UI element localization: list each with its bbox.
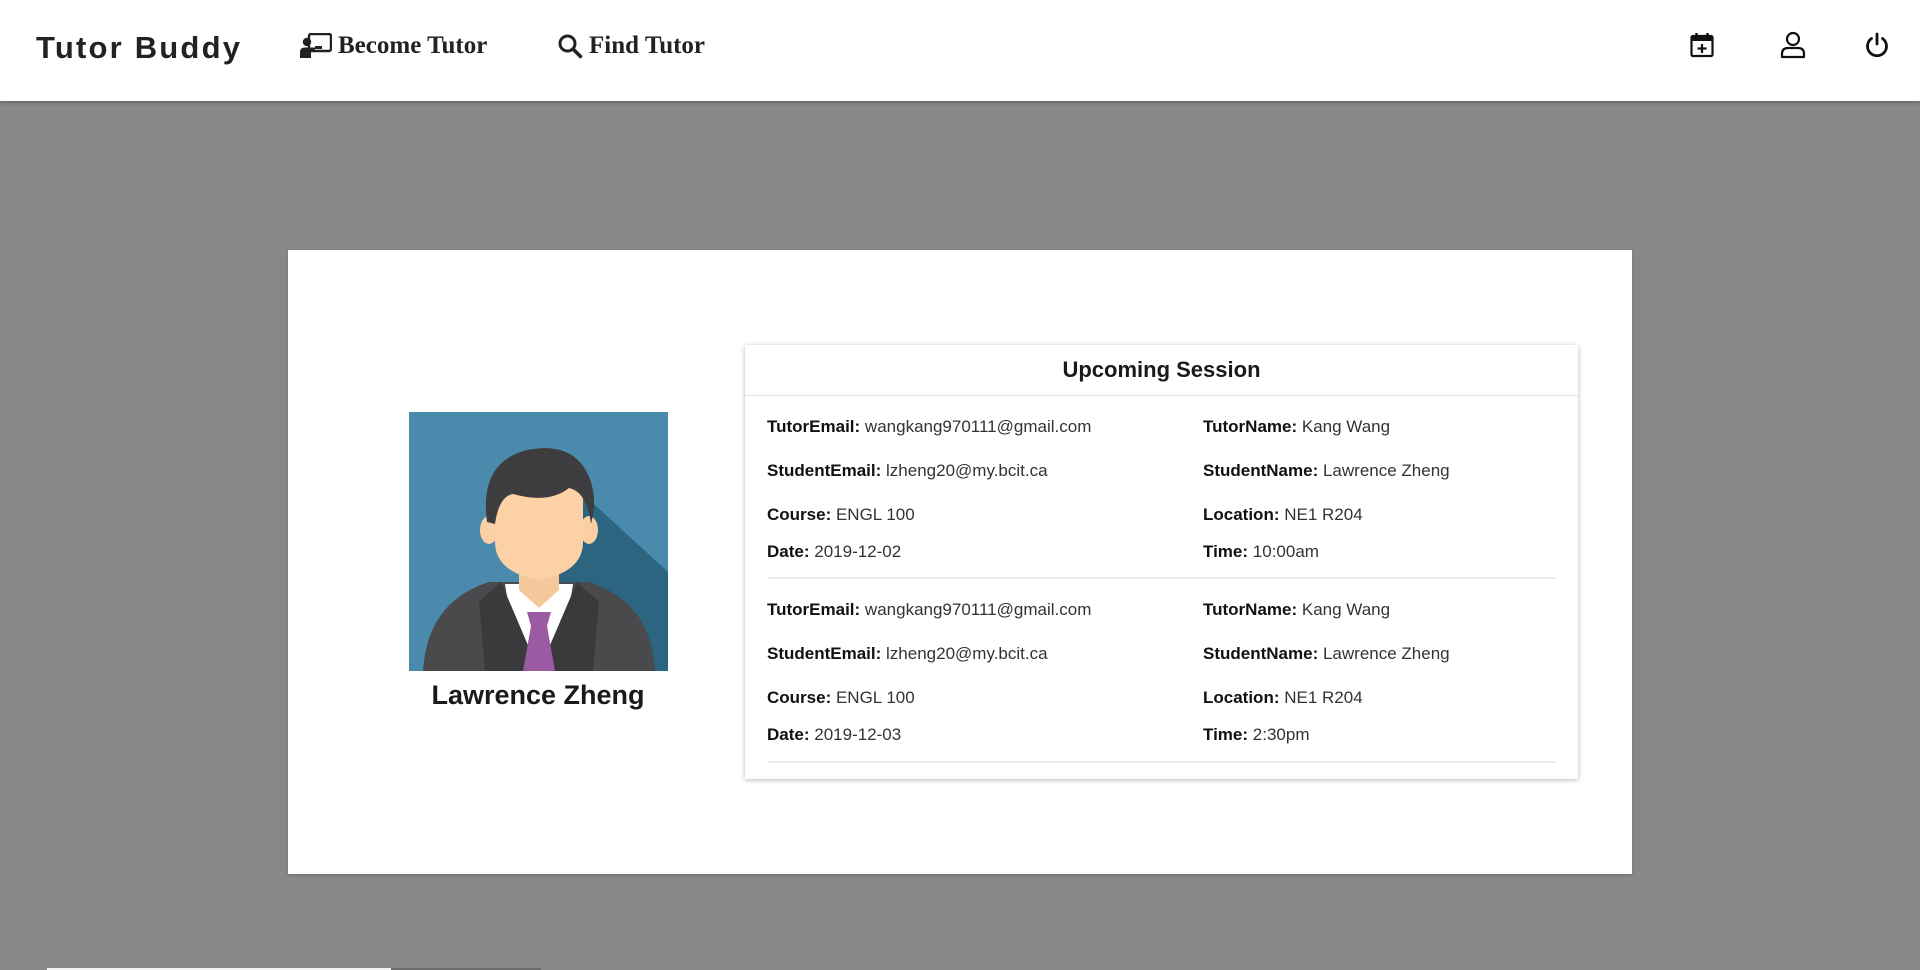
profile-name: Lawrence Zheng <box>431 680 645 710</box>
avatar <box>409 412 668 671</box>
tutor-email-value: wangkang970111@gmail.com <box>864 600 1092 619</box>
profile-card: Lawrence Zheng Upcoming Session TutorEma… <box>288 250 1632 874</box>
date-field: Date: 2019-12-02 <box>767 542 901 562</box>
tutor-email-field: TutorEmail: wangkang970111@gmail.com <box>767 600 1091 620</box>
location-field: Location: NE1 R204 <box>1203 688 1363 708</box>
student-name-field: StudentName: Lawrence Zheng <box>1203 644 1450 664</box>
find-tutor-label: Find Tutor <box>589 32 706 59</box>
student-email-label: StudentEmail: <box>767 461 882 480</box>
brand-logo[interactable]: Tutor Buddy <box>36 30 242 66</box>
tutor-name-field: TutorName: Kang Wang <box>1203 417 1390 437</box>
profile-button[interactable] <box>1776 28 1810 62</box>
search-icon <box>557 33 583 59</box>
time-value: 2:30pm <box>1252 725 1310 744</box>
session-item: TutorEmail: wangkang970111@gmail.com Tut… <box>767 579 1556 763</box>
location-field: Location: NE1 R204 <box>1203 505 1363 525</box>
user-icon <box>1780 31 1806 59</box>
student-name-label: StudentName: <box>1203 461 1319 480</box>
tutor-email-value: wangkang970111@gmail.com <box>864 417 1092 436</box>
date-field: Date: 2019-12-03 <box>767 725 901 745</box>
student-name-value: Lawrence Zheng <box>1322 461 1450 480</box>
course-value: ENGL 100 <box>835 688 915 707</box>
tutor-name-field: TutorName: Kang Wang <box>1203 600 1390 620</box>
become-tutor-link[interactable]: Become Tutor <box>300 28 487 64</box>
student-email-label: StudentEmail: <box>767 644 882 663</box>
upcoming-sessions-panel: Upcoming Session TutorEmail: wangkang970… <box>745 345 1578 779</box>
location-label: Location: <box>1203 688 1280 707</box>
date-value: 2019-12-02 <box>814 542 902 561</box>
student-name-value: Lawrence Zheng <box>1322 644 1450 663</box>
time-field: Time: 10:00am <box>1203 542 1319 562</box>
sessions-title: Upcoming Session <box>745 345 1578 396</box>
chalkboard-teacher-icon <box>300 33 332 59</box>
tutor-name-value: Kang Wang <box>1301 600 1391 619</box>
tutor-name-value: Kang Wang <box>1301 417 1391 436</box>
top-navbar: Tutor Buddy Become Tutor Find Tutor <box>0 0 1920 101</box>
location-value: NE1 R204 <box>1284 688 1363 707</box>
student-email-value: lzheng20@my.bcit.ca <box>886 644 1048 663</box>
tutor-email-label: TutorEmail: <box>767 600 861 619</box>
location-label: Location: <box>1203 505 1280 524</box>
date-label: Date: <box>767 725 810 744</box>
time-value: 10:00am <box>1252 542 1319 561</box>
course-value: ENGL 100 <box>835 505 915 524</box>
tutor-name-label: TutorName: <box>1203 417 1298 436</box>
student-email-field: StudentEmail: lzheng20@my.bcit.ca <box>767 461 1048 481</box>
tutor-name-label: TutorName: <box>1203 600 1298 619</box>
date-value: 2019-12-03 <box>814 725 902 744</box>
course-field: Course: ENGL 100 <box>767 505 915 525</box>
tutor-email-label: TutorEmail: <box>767 417 861 436</box>
course-label: Course: <box>767 688 832 707</box>
calendar-plus-icon <box>1690 33 1714 58</box>
time-field: Time: 2:30pm <box>1203 725 1309 745</box>
course-field: Course: ENGL 100 <box>767 688 915 708</box>
course-label: Course: <box>767 505 832 524</box>
find-tutor-link[interactable]: Find Tutor <box>557 28 705 64</box>
power-icon <box>1866 32 1888 58</box>
become-tutor-label: Become Tutor <box>338 32 488 59</box>
time-label: Time: <box>1203 542 1249 561</box>
tutor-email-field: TutorEmail: wangkang970111@gmail.com <box>767 417 1091 437</box>
date-label: Date: <box>767 542 810 561</box>
student-name-field: StudentName: Lawrence Zheng <box>1203 461 1450 481</box>
student-name-label: StudentName: <box>1203 644 1319 663</box>
logout-button[interactable] <box>1860 28 1894 62</box>
student-email-value: lzheng20@my.bcit.ca <box>886 461 1048 480</box>
session-item: TutorEmail: wangkang970111@gmail.com Tut… <box>767 396 1556 579</box>
calendar-button[interactable] <box>1685 28 1719 62</box>
location-value: NE1 R204 <box>1284 505 1363 524</box>
time-label: Time: <box>1203 725 1249 744</box>
student-email-field: StudentEmail: lzheng20@my.bcit.ca <box>767 644 1048 664</box>
